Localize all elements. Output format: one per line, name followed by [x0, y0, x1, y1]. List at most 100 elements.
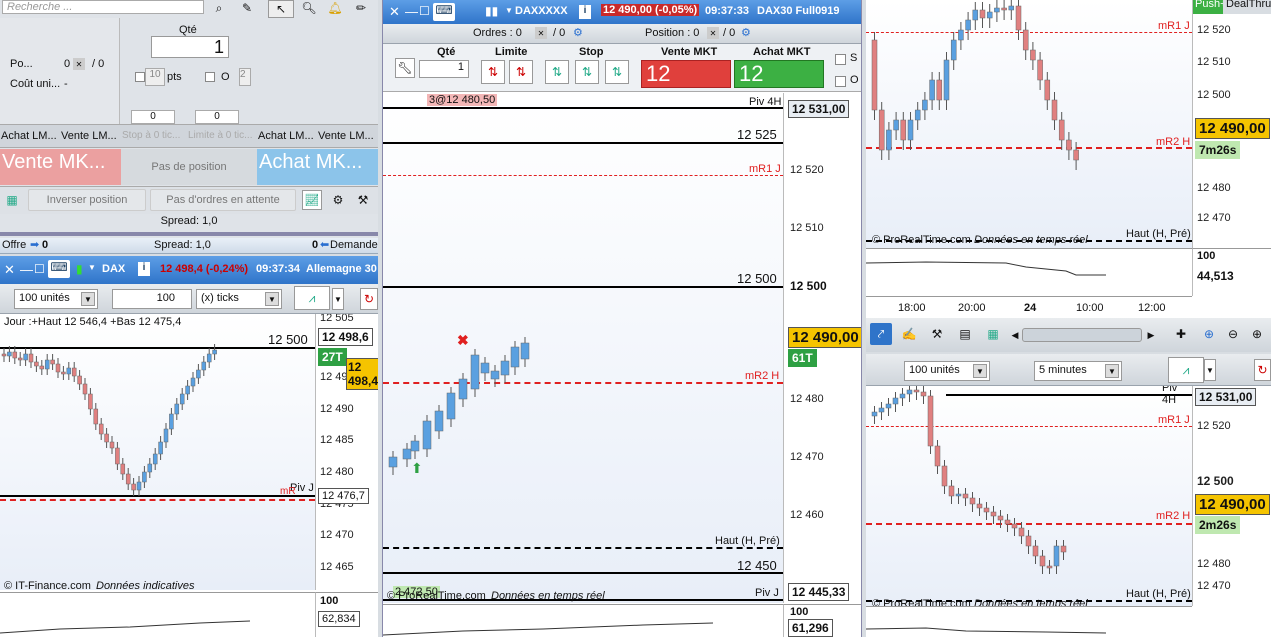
- dropdown-icon[interactable]: ▼: [1204, 359, 1216, 381]
- search-input[interactable]: Recherche ...: [2, 0, 204, 14]
- stop-3-icon[interactable]: ⇅: [605, 60, 629, 84]
- candle: [142, 471, 147, 483]
- limit-sell-icon[interactable]: ⇅: [509, 60, 533, 84]
- dropdown-icon[interactable]: ▼: [505, 6, 513, 15]
- tab-limite[interactable]: Limite à 0 tic...: [188, 130, 256, 141]
- tab-vente-lm-2[interactable]: Vente LM...: [318, 130, 376, 142]
- scroll-left-icon[interactable]: ◀: [1010, 328, 1020, 342]
- zoom-icon[interactable]: 🔍︎: [298, 0, 320, 16]
- achat-mkt-button[interactable]: 12 490,00: [734, 60, 824, 115]
- dax-qty-stepper[interactable]: 100: [112, 289, 192, 309]
- wrench-icon[interactable]: 🔧︎: [395, 58, 415, 78]
- info-icon[interactable]: i: [579, 5, 591, 19]
- zoom-out-icon[interactable]: ⊖: [1222, 323, 1244, 345]
- candle: [71, 367, 77, 377]
- candle-icon[interactable]: ▮: [76, 262, 83, 276]
- close-small-icon[interactable]: ✕: [535, 27, 547, 39]
- dropdown-icon[interactable]: ▼: [88, 263, 96, 272]
- minimize-icon[interactable]: —: [20, 262, 33, 277]
- cout-label: Coût uni...: [10, 78, 61, 90]
- list-icon[interactable]: ▤: [954, 323, 976, 345]
- o-checkbox[interactable]: [205, 72, 215, 82]
- tools-icon[interactable]: ⚒: [352, 190, 374, 210]
- minimize-icon[interactable]: —: [405, 4, 418, 19]
- keyboard-icon[interactable]: ⌨: [48, 260, 70, 278]
- refresh-icon[interactable]: ↻: [1254, 359, 1271, 381]
- close-small-icon[interactable]: ✕: [73, 58, 85, 70]
- zoom-fit-icon[interactable]: ⊕: [1198, 323, 1220, 345]
- s-checkbox[interactable]: [835, 54, 846, 65]
- vente-mkt-button[interactable]: Vente MK...: [0, 149, 121, 185]
- edit-icon[interactable]: ✎: [236, 0, 258, 16]
- close-icon[interactable]: ✕: [389, 4, 400, 20]
- settings-icon[interactable]: ⚙: [328, 190, 348, 210]
- info-icon[interactable]: i: [138, 262, 150, 276]
- indicator-icon[interactable]: ⩘: [294, 286, 330, 310]
- qte-input[interactable]: 1: [151, 36, 229, 58]
- o-checkbox[interactable]: [835, 76, 846, 87]
- refresh-icon[interactable]: ↻: [360, 288, 378, 310]
- rb-units-select[interactable]: 100 unités ▼: [904, 361, 990, 381]
- limit-buy-icon[interactable]: ⇅: [481, 60, 505, 84]
- maximize-icon[interactable]: ☐: [419, 4, 430, 18]
- candle: [434, 410, 444, 432]
- candle: [972, 9, 979, 21]
- search-icon[interactable]: ⌕: [208, 0, 230, 16]
- tools-icon[interactable]: ⚒: [926, 323, 948, 345]
- candle-icon[interactable]: ▮▮: [485, 4, 498, 18]
- rb-interval-select[interactable]: 5 minutes ▼: [1034, 361, 1122, 381]
- push-button[interactable]: Push+: [1193, 0, 1227, 14]
- inverser-position-button[interactable]: Inverser position: [28, 189, 146, 211]
- dropdown-icon[interactable]: ▼: [332, 288, 344, 310]
- stepper-1[interactable]: 0: [131, 110, 175, 124]
- tab-vente-lm-1[interactable]: Vente LM...: [61, 130, 119, 142]
- tab-achat-lm-1[interactable]: Achat LM...: [1, 130, 59, 142]
- gear-icon[interactable]: ⚙: [741, 26, 751, 39]
- maximize-icon[interactable]: ☐: [34, 262, 45, 276]
- stepper-2[interactable]: 0: [195, 110, 239, 124]
- tab-achat-lm-2[interactable]: Achat LM...: [258, 130, 316, 142]
- right-top-chart[interactable]: mR1 J mR2 H Haut (H, Pré) © ProRealTime.…: [866, 0, 1192, 248]
- share-icon[interactable]: ⤤: [870, 323, 892, 345]
- dax-symbol[interactable]: DAX: [102, 263, 125, 275]
- demande-arrow-icon: ⬅: [320, 239, 330, 251]
- pts-input[interactable]: 10: [145, 68, 165, 86]
- candle: [66, 367, 72, 375]
- draw-icon[interactable]: ✍: [898, 323, 920, 345]
- close-icon[interactable]: ✕: [4, 262, 15, 278]
- grid-icon[interactable]: ▦: [2, 191, 22, 209]
- table-icon[interactable]: ▦: [982, 323, 1004, 345]
- scroll-right-icon[interactable]: ▶: [1146, 328, 1156, 342]
- o-input[interactable]: 2: [239, 68, 251, 86]
- center-chart-area[interactable]: 3@12 480,50 Piv 4H 12 525 mR1 J 12 500 m…: [383, 93, 783, 603]
- vente-mkt-button[interactable]: 12 489,00: [641, 60, 731, 115]
- achat-mkt-button[interactable]: Achat MK...: [257, 149, 378, 185]
- bell-icon[interactable]: 🔔︎: [324, 0, 346, 16]
- dax-chart-area[interactable]: Jour :+Haut 12 546,4 +Bas 12 475,4 12 50…: [0, 314, 315, 590]
- close-small-icon[interactable]: ✕: [707, 27, 719, 39]
- rb-chart-area[interactable]: Piv 4H mR1 J mR2 H Haut (H, Pré) © ProRe…: [866, 386, 1192, 606]
- stop-1-icon[interactable]: ⇅: [545, 60, 569, 84]
- dealthru-button[interactable]: DealThru: [1223, 0, 1271, 14]
- dax-ticks-select[interactable]: (x) ticks ▼: [196, 289, 282, 309]
- dax-units-select[interactable]: 100 unités ▼: [14, 289, 98, 309]
- chart-scrollbar[interactable]: [1022, 328, 1142, 342]
- tab-stop[interactable]: Stop à 0 tic...: [122, 130, 186, 141]
- pencil-icon[interactable]: ✏: [350, 0, 372, 16]
- pts-checkbox[interactable]: [135, 72, 145, 82]
- indicator-icon[interactable]: ⩘: [1168, 357, 1204, 383]
- gear-icon[interactable]: ⚙: [573, 26, 583, 39]
- cursor-icon[interactable]: ↖: [268, 0, 294, 18]
- candle: [1060, 545, 1067, 553]
- pas-ordres-button[interactable]: Pas d'ordres en attente: [150, 189, 296, 211]
- center-time: 09:37:33: [705, 5, 750, 17]
- chart-icon[interactable]: 📈︎: [302, 190, 322, 210]
- stop-2-icon[interactable]: ⇅: [575, 60, 599, 84]
- keyboard-icon[interactable]: ⌨: [433, 3, 455, 21]
- dax-candles: [1, 344, 217, 496]
- zoom-in-icon[interactable]: ⊕: [1246, 323, 1268, 345]
- crosshair-icon[interactable]: ✚: [1170, 323, 1192, 345]
- center-symbol[interactable]: DAXXXXX: [515, 5, 568, 17]
- candle: [115, 447, 120, 465]
- center-qte-input[interactable]: 1: [419, 60, 469, 78]
